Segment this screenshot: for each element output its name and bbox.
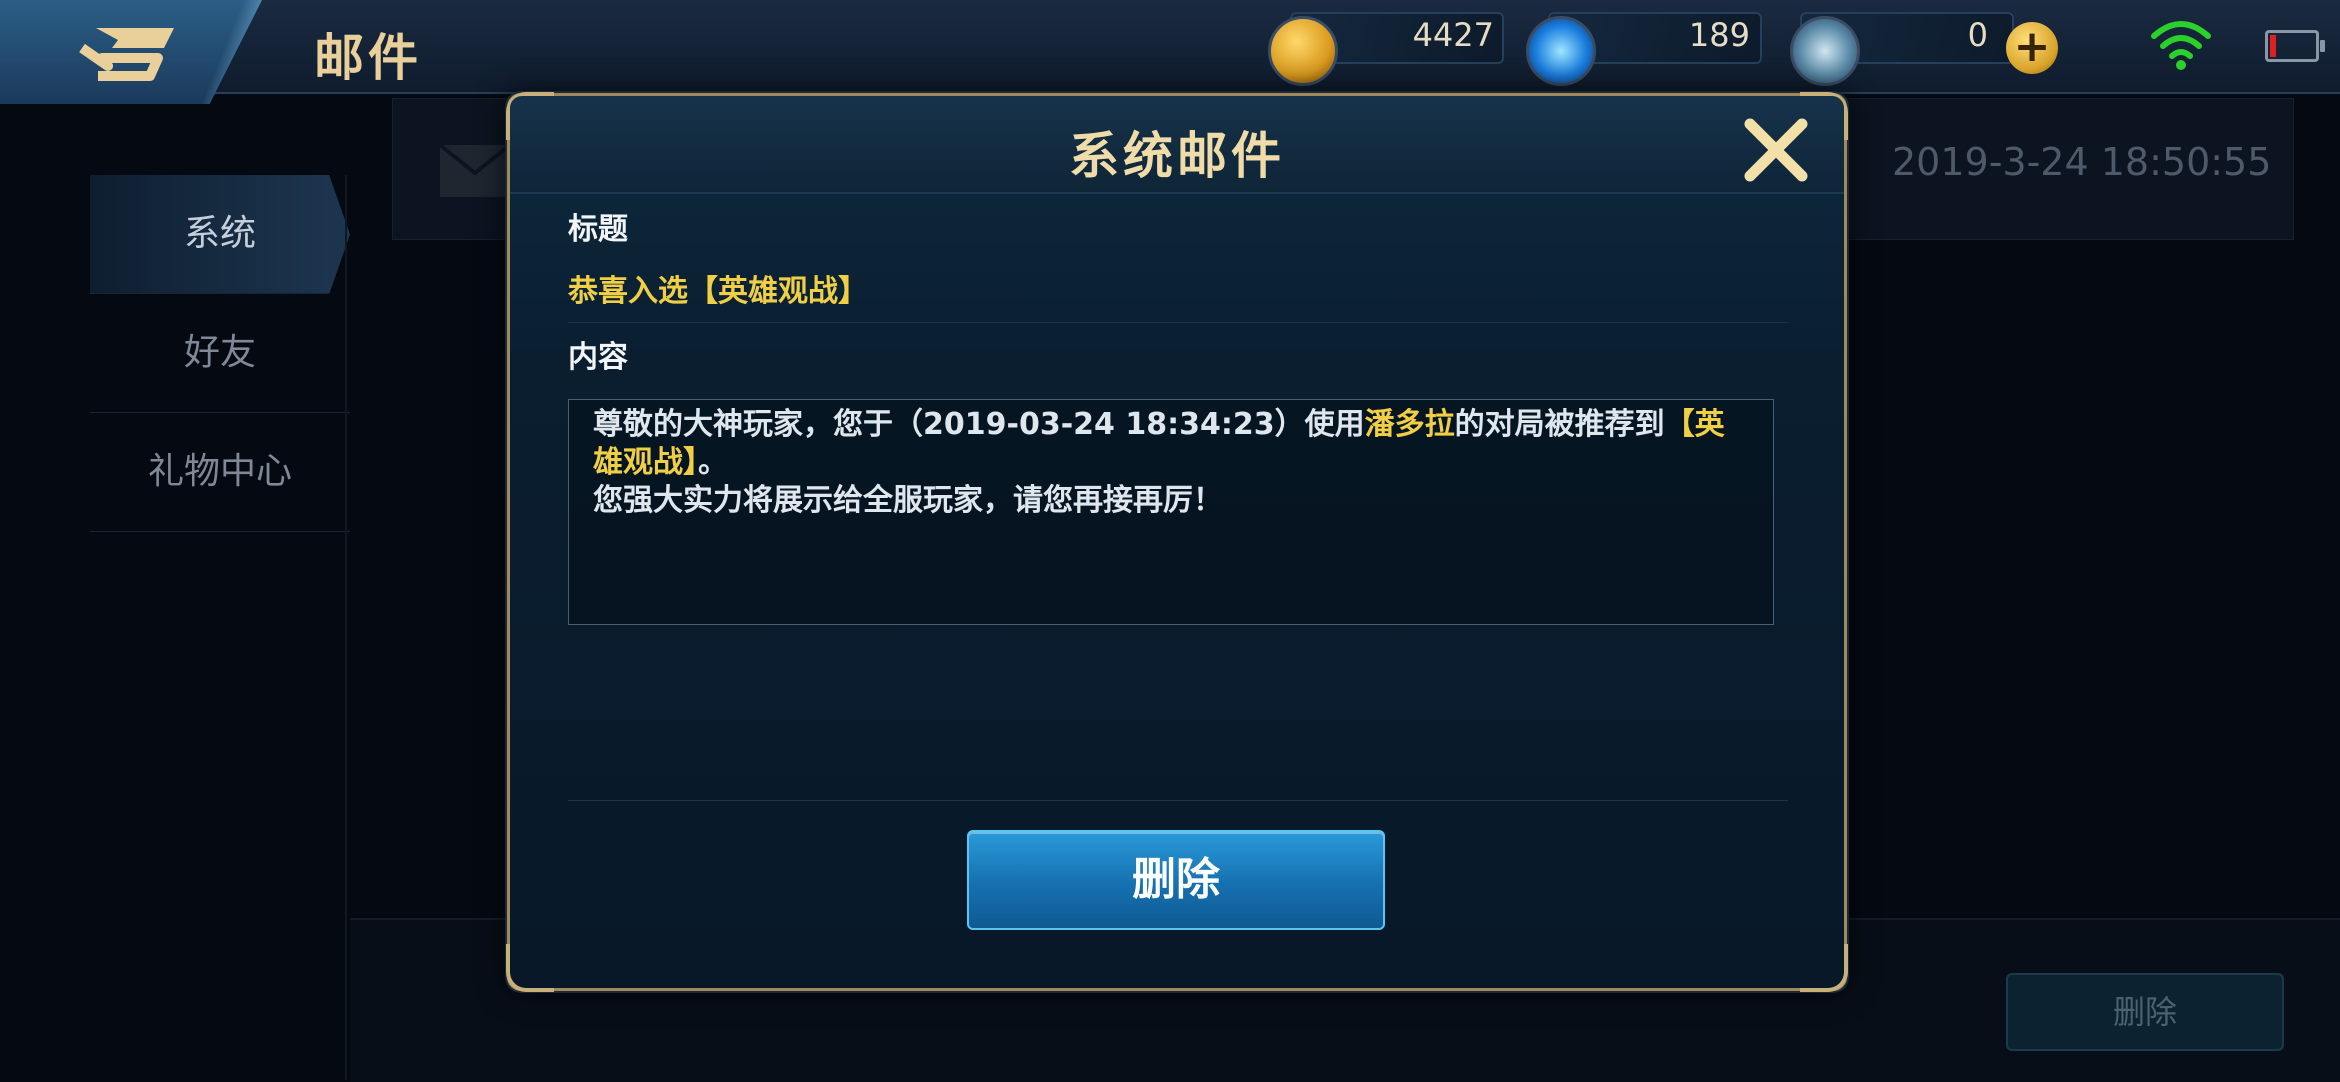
nav-item-system[interactable]: 系统 [90, 175, 350, 294]
content-text-part: 的对局被推荐到 [1454, 407, 1665, 442]
page-title: 邮件 [314, 29, 422, 87]
close-icon[interactable] [1742, 116, 1810, 184]
hero-name: 潘多拉 [1364, 407, 1455, 442]
subject-label: 标题 [568, 212, 628, 247]
content-text-line2: 您强大实力将展示给全服玩家，请您再接再厉！ [593, 483, 1223, 518]
corner-ornament [506, 944, 554, 992]
mail-date: 2019-3-24 18:50:55 [1892, 140, 2272, 184]
add-currency-button[interactable]: + [2006, 22, 2058, 74]
diamond-balance: 189 [1688, 16, 1750, 54]
dialog-header: 系统邮件 [510, 96, 1844, 194]
divider [568, 800, 1788, 801]
gold-coin-icon [1268, 16, 1338, 86]
wifi-icon [2151, 21, 2211, 70]
dialog-title: 系统邮件 [1069, 127, 1285, 185]
back-button[interactable] [0, 0, 262, 104]
delete-button[interactable]: 删除 [967, 830, 1385, 930]
coupon-icon [1790, 16, 1860, 86]
mail-category-nav: 系统 好友 礼物中心 [90, 175, 350, 532]
diamond-icon [1526, 16, 1596, 86]
top-bar: 邮件 4427 189 0 + [0, 0, 2340, 104]
mail-content-box: 尊敬的大神玩家，您于（2019-03-24 18:34:23）使用潘多拉的对局被… [568, 399, 1774, 625]
back-arrow-icon [79, 28, 174, 81]
divider [568, 322, 1788, 323]
coupon-balance: 0 [1967, 16, 1988, 54]
mail-subject: 恭喜入选【英雄观战】 [568, 274, 868, 309]
nav-item-friends[interactable]: 好友 [90, 294, 350, 413]
nav-divider [345, 175, 347, 1080]
bulk-delete-button[interactable]: 删除 [2006, 973, 2284, 1051]
battery-icon [2265, 30, 2325, 62]
system-mail-dialog: 系统邮件 标题 恭喜入选【英雄观战】 内容 尊敬的大神玩家，您于（2019-03… [506, 92, 1848, 992]
gold-balance: 4427 [1412, 16, 1494, 54]
content-label: 内容 [568, 340, 628, 375]
mail-content: 尊敬的大神玩家，您于（2019-03-24 18:34:23）使用潘多拉的对局被… [593, 406, 1753, 520]
nav-item-gift-center[interactable]: 礼物中心 [90, 413, 350, 532]
content-text-part: 。 [698, 445, 728, 480]
content-text-part: 尊敬的大神玩家，您于（2019-03-24 18:34:23）使用 [593, 407, 1365, 442]
corner-ornament [1800, 944, 1848, 992]
